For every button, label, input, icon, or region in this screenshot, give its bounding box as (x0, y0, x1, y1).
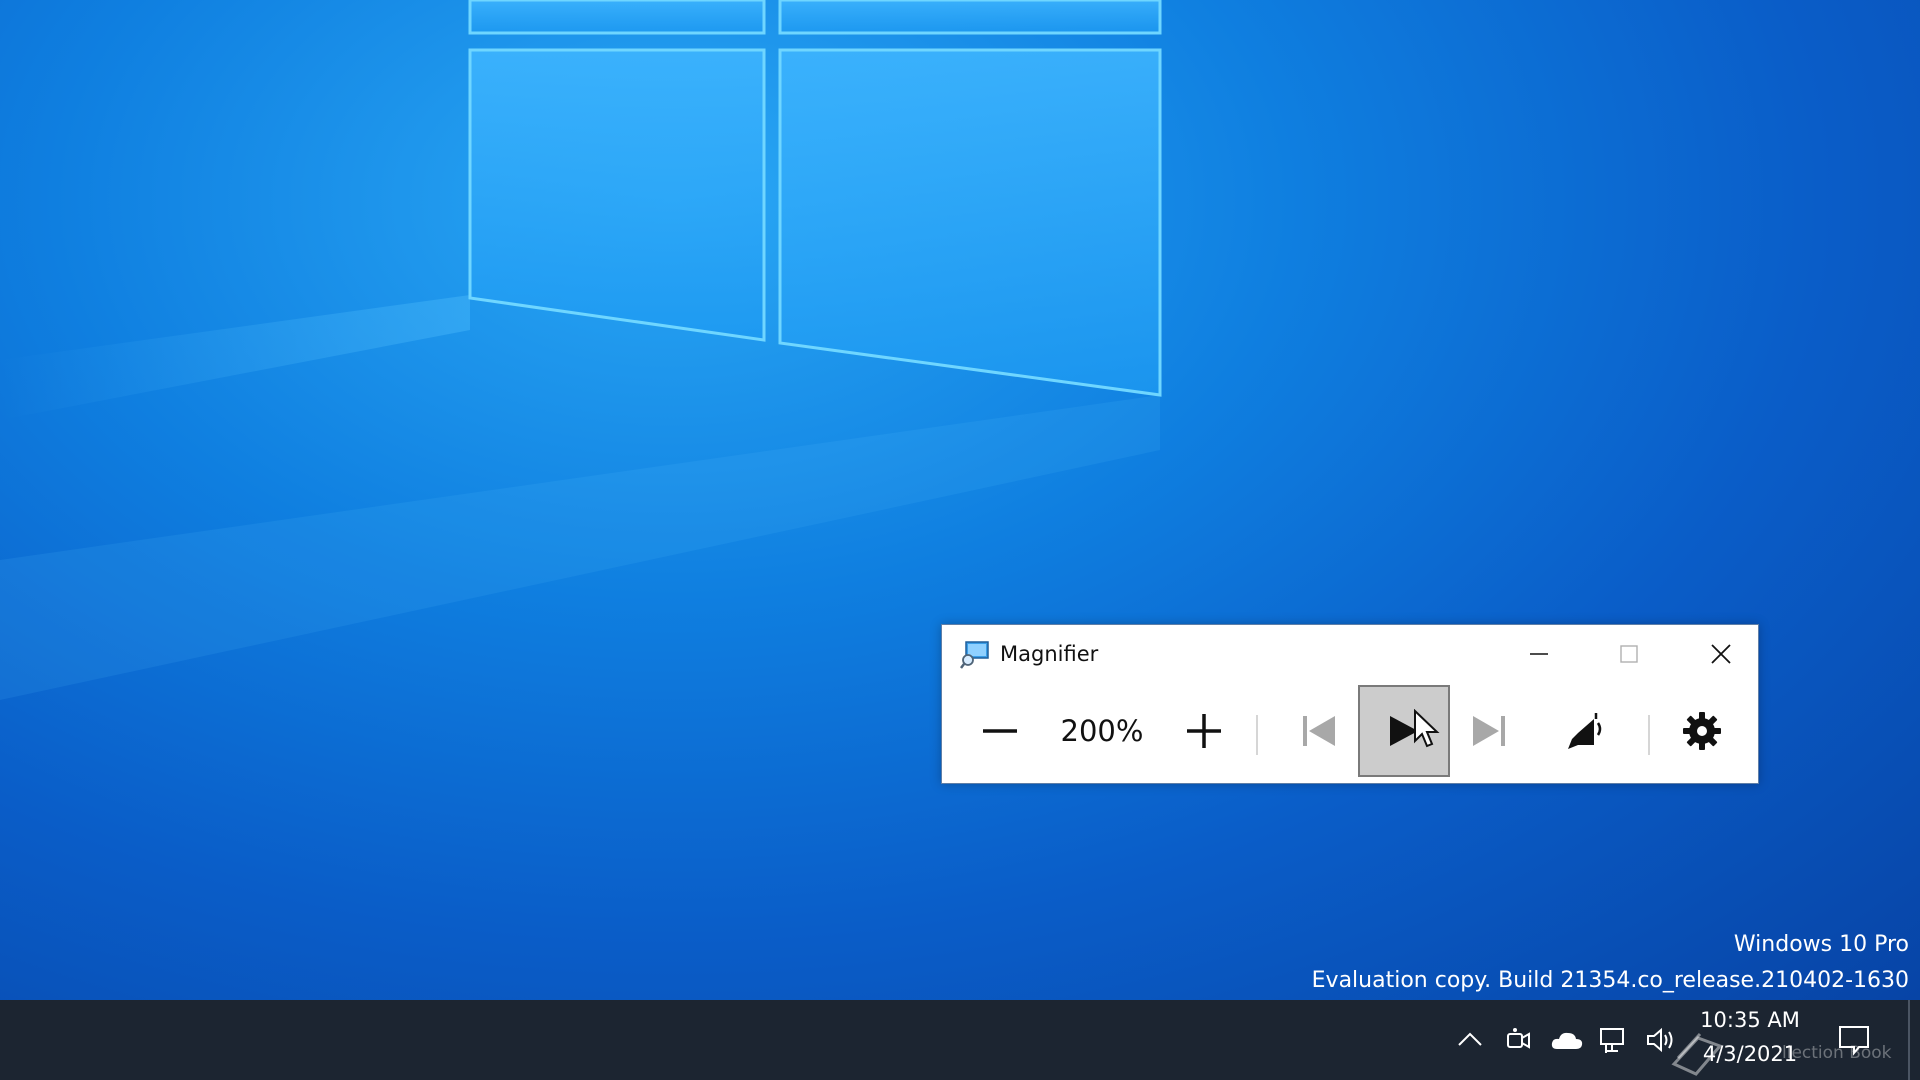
skip-previous-icon (1303, 716, 1335, 746)
windows-logo-wallpaper (0, 0, 1162, 700)
edition-watermark: Windows 10 Pro (1733, 932, 1909, 957)
gear-icon (1683, 712, 1721, 750)
network-icon (1600, 1028, 1624, 1053)
meet-now-icon (1507, 1028, 1530, 1049)
book-logo-icon (1671, 1032, 1723, 1076)
close-icon (1711, 644, 1731, 664)
magnifier-window: Magnifier 200% (941, 624, 1759, 784)
minimize-icon (1530, 653, 1548, 655)
action-center-button[interactable] (1828, 1000, 1880, 1080)
read-next-button[interactable] (1454, 685, 1524, 777)
toolbar-separator (1648, 715, 1650, 755)
plus-icon (1187, 714, 1221, 748)
onedrive-cloud-icon (1551, 1032, 1583, 1049)
zoom-level: 200% (1060, 714, 1144, 748)
zoom-in-button[interactable] (1176, 685, 1232, 777)
skip-next-icon (1473, 716, 1505, 746)
show-hidden-icons-button[interactable] (1450, 1000, 1490, 1080)
chevron-up-icon (1458, 1032, 1482, 1046)
taskbar: 10:35 AM 4/3/2021 (0, 1000, 1920, 1080)
overlay-watermark-text: llection Book (1782, 1043, 1892, 1063)
build-watermark: Evaluation copy. Build 21354.co_release.… (1311, 968, 1909, 993)
read-previous-button[interactable] (1284, 685, 1354, 777)
show-desktop-button[interactable] (1908, 1000, 1910, 1080)
meet-now-button[interactable] (1498, 1000, 1538, 1080)
onedrive-button[interactable] (1545, 1000, 1589, 1080)
magnifier-icon (960, 641, 989, 669)
toolbar-separator (1256, 715, 1258, 755)
speaker-voice-icon (1568, 713, 1602, 749)
settings-button[interactable] (1672, 685, 1732, 777)
minimize-button[interactable] (1511, 635, 1567, 673)
maximize-icon (1620, 645, 1638, 663)
mouse-pointer-icon (1414, 709, 1440, 748)
network-button[interactable] (1594, 1000, 1634, 1080)
magnifier-title: Magnifier (1000, 642, 1099, 666)
zoom-out-button[interactable] (972, 685, 1028, 777)
minus-icon (983, 729, 1017, 733)
desktop-background: Windows 10 Pro Evaluation copy. Build 21… (0, 0, 1920, 1000)
close-button[interactable] (1693, 635, 1749, 673)
maximize-button[interactable] (1601, 635, 1657, 673)
read-from-here-button[interactable] (1546, 685, 1626, 777)
magnifier-titlebar[interactable]: Magnifier (960, 639, 1098, 669)
